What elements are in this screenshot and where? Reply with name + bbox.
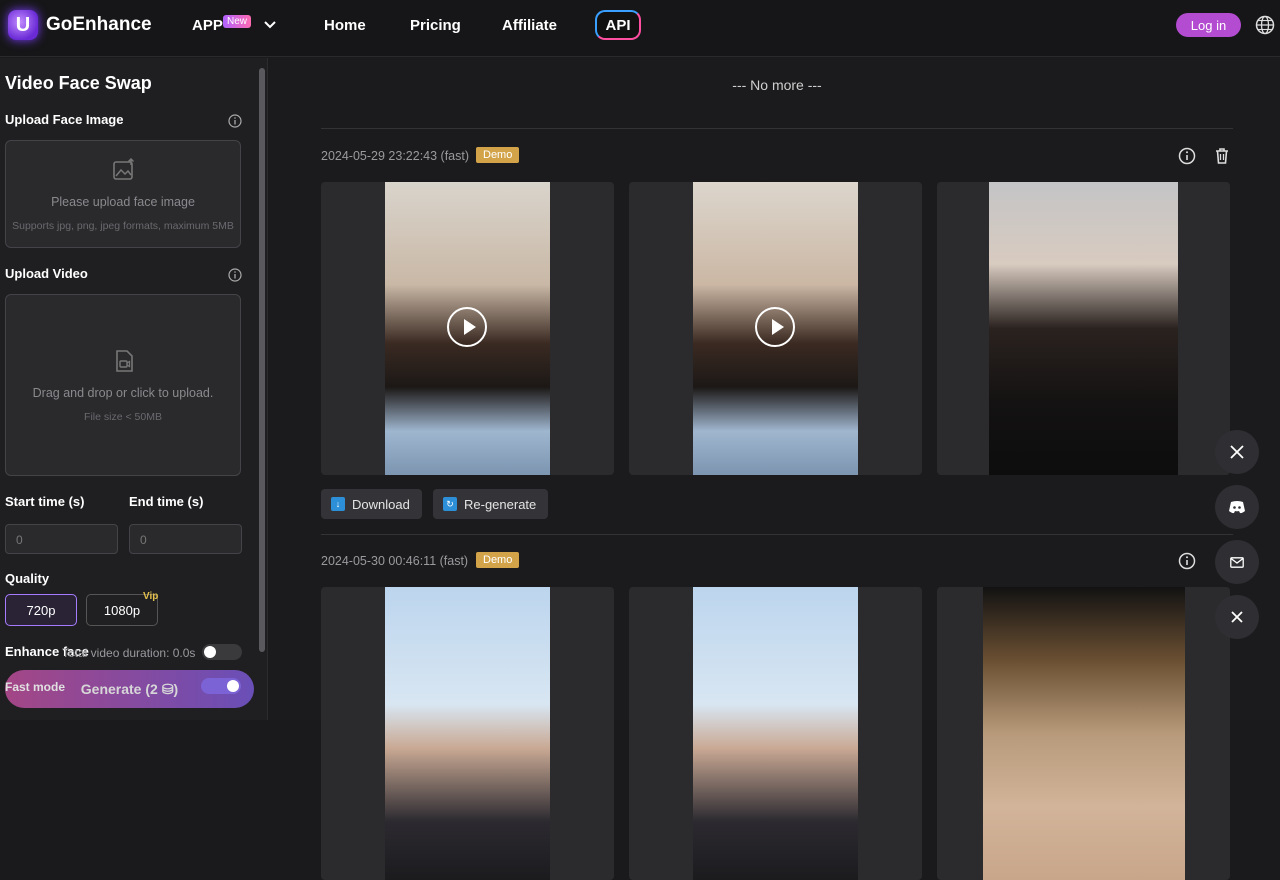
x-share-button[interactable] <box>1215 430 1259 474</box>
upload-face-hint: Supports jpg, png, jpeg formats, maximum… <box>12 220 234 232</box>
logo[interactable]: U GoEnhance <box>8 10 152 40</box>
login-button[interactable]: Log in <box>1176 13 1241 37</box>
start-time-label: Start time (s) <box>5 494 85 509</box>
logo-icon: U <box>8 10 38 40</box>
result-video-tile[interactable] <box>321 182 614 475</box>
trash-icon[interactable] <box>1213 147 1231 165</box>
coin-icon: ⛁) <box>161 680 179 697</box>
upload-face-label: Upload Face Image <box>5 112 124 127</box>
video-thumbnail <box>693 587 858 880</box>
refresh-icon: ↻ <box>443 497 457 511</box>
mail-icon <box>1230 556 1244 568</box>
generate-label: Generate (2 <box>80 681 158 697</box>
sidebar-scrollbar[interactable] <box>259 68 265 652</box>
result-video-tile[interactable] <box>321 587 614 880</box>
divider <box>321 534 1233 535</box>
close-icon <box>1231 611 1243 623</box>
face-image <box>989 182 1178 475</box>
image-upload-icon <box>113 158 135 180</box>
nav-app-label: APP <box>192 16 223 34</box>
email-button[interactable] <box>1215 540 1259 584</box>
no-more-text: --- No more --- <box>732 77 822 93</box>
info-icon[interactable] <box>228 268 242 282</box>
demo-badge: Demo <box>476 147 520 163</box>
start-time-input[interactable]: 0 <box>5 524 118 554</box>
info-icon[interactable] <box>228 114 242 128</box>
close-social-button[interactable] <box>1215 595 1259 639</box>
entry-date: 2024-05-30 00:46:11 (fast) <box>321 554 469 568</box>
results-panel: --- No more --- 2024-05-29 23:22:43 (fas… <box>269 58 1280 880</box>
upload-video-label: Upload Video <box>5 266 88 281</box>
fast-mode-toggle[interactable] <box>201 678 241 694</box>
download-label: Download <box>352 496 410 512</box>
nav-affiliate[interactable]: Affiliate <box>502 0 557 50</box>
upload-video-text: Drag and drop or click to upload. <box>32 386 214 400</box>
top-bar: U GoEnhance APP New Home Pricing Affilia… <box>0 0 1280 57</box>
quality-label: Quality <box>5 571 50 586</box>
download-icon: ↓ <box>331 497 345 511</box>
chevron-down-icon <box>264 21 276 29</box>
download-button[interactable]: ↓ Download <box>321 489 422 519</box>
nav-pricing[interactable]: Pricing <box>410 0 461 50</box>
entry-date: 2024-05-29 23:22:43 (fast) <box>321 149 470 163</box>
new-badge: New <box>223 15 252 28</box>
end-time-input[interactable]: 0 <box>129 524 242 554</box>
fast-mode-label: Fast mode <box>5 680 66 694</box>
upload-face-text: Please upload face image <box>51 195 195 209</box>
sidebar-panel: Video Face Swap Upload Face Image Please… <box>0 58 268 720</box>
discord-button[interactable] <box>1215 485 1259 529</box>
info-icon[interactable] <box>1178 552 1196 570</box>
face-image <box>983 587 1185 880</box>
result-video-tile[interactable] <box>629 587 922 880</box>
regenerate-label: Re-generate <box>464 496 537 512</box>
upload-video-dropzone[interactable]: Drag and drop or click to upload. File s… <box>5 294 241 476</box>
vip-badge: Vip <box>143 591 159 602</box>
video-thumbnail <box>385 587 550 880</box>
api-button[interactable]: API <box>595 10 641 40</box>
source-face-tile[interactable] <box>937 182 1230 475</box>
discord-icon <box>1229 501 1245 514</box>
info-icon[interactable] <box>1178 147 1196 165</box>
demo-badge: Demo <box>476 552 520 568</box>
upload-face-dropzone[interactable]: Please upload face image Supports jpg, p… <box>5 140 241 248</box>
globe-icon[interactable] <box>1255 15 1275 35</box>
quality-720-button[interactable]: 720p <box>5 594 77 626</box>
regenerate-button[interactable]: ↻ Re-generate <box>433 489 549 519</box>
play-icon[interactable] <box>447 307 487 347</box>
x-logo-icon <box>1230 445 1244 459</box>
total-duration-text: Total video duration: 0.0s <box>62 646 196 660</box>
upload-video-hint: File size < 50MB <box>84 411 162 423</box>
play-icon[interactable] <box>755 307 795 347</box>
page-title: Video Face Swap <box>5 73 152 93</box>
logo-text: GoEnhance <box>46 14 152 35</box>
nav-home[interactable]: Home <box>324 0 366 50</box>
video-file-icon <box>116 350 133 372</box>
enhance-face-toggle[interactable] <box>202 644 242 660</box>
nav-app[interactable]: APP New <box>192 0 277 50</box>
divider <box>321 128 1233 129</box>
result-video-tile[interactable] <box>629 182 922 475</box>
end-time-label: End time (s) <box>129 494 204 509</box>
source-face-tile[interactable] <box>937 587 1230 880</box>
